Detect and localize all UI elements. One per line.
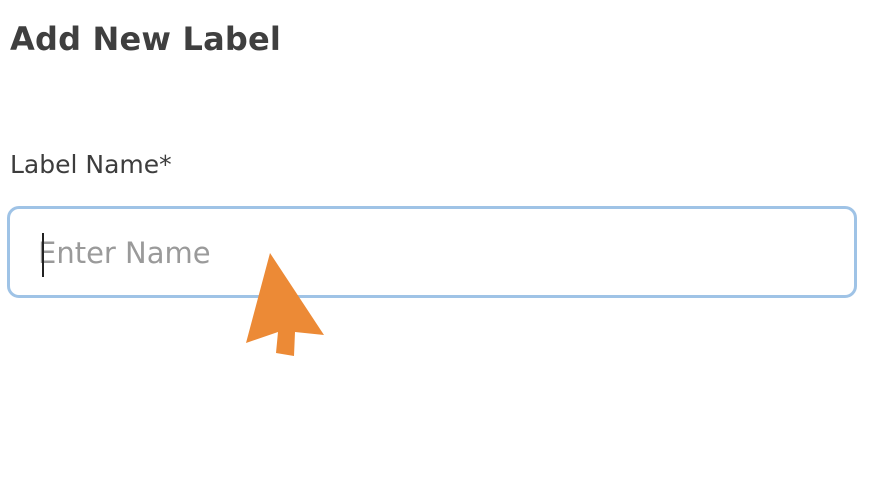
label-name-field[interactable] (7, 206, 857, 298)
label-name-input[interactable] (38, 227, 828, 279)
add-label-form: Add New Label Label Name* (0, 0, 887, 492)
label-name-field-label: Label Name* (10, 150, 172, 179)
page-title: Add New Label (10, 20, 282, 58)
text-caret (42, 233, 44, 277)
